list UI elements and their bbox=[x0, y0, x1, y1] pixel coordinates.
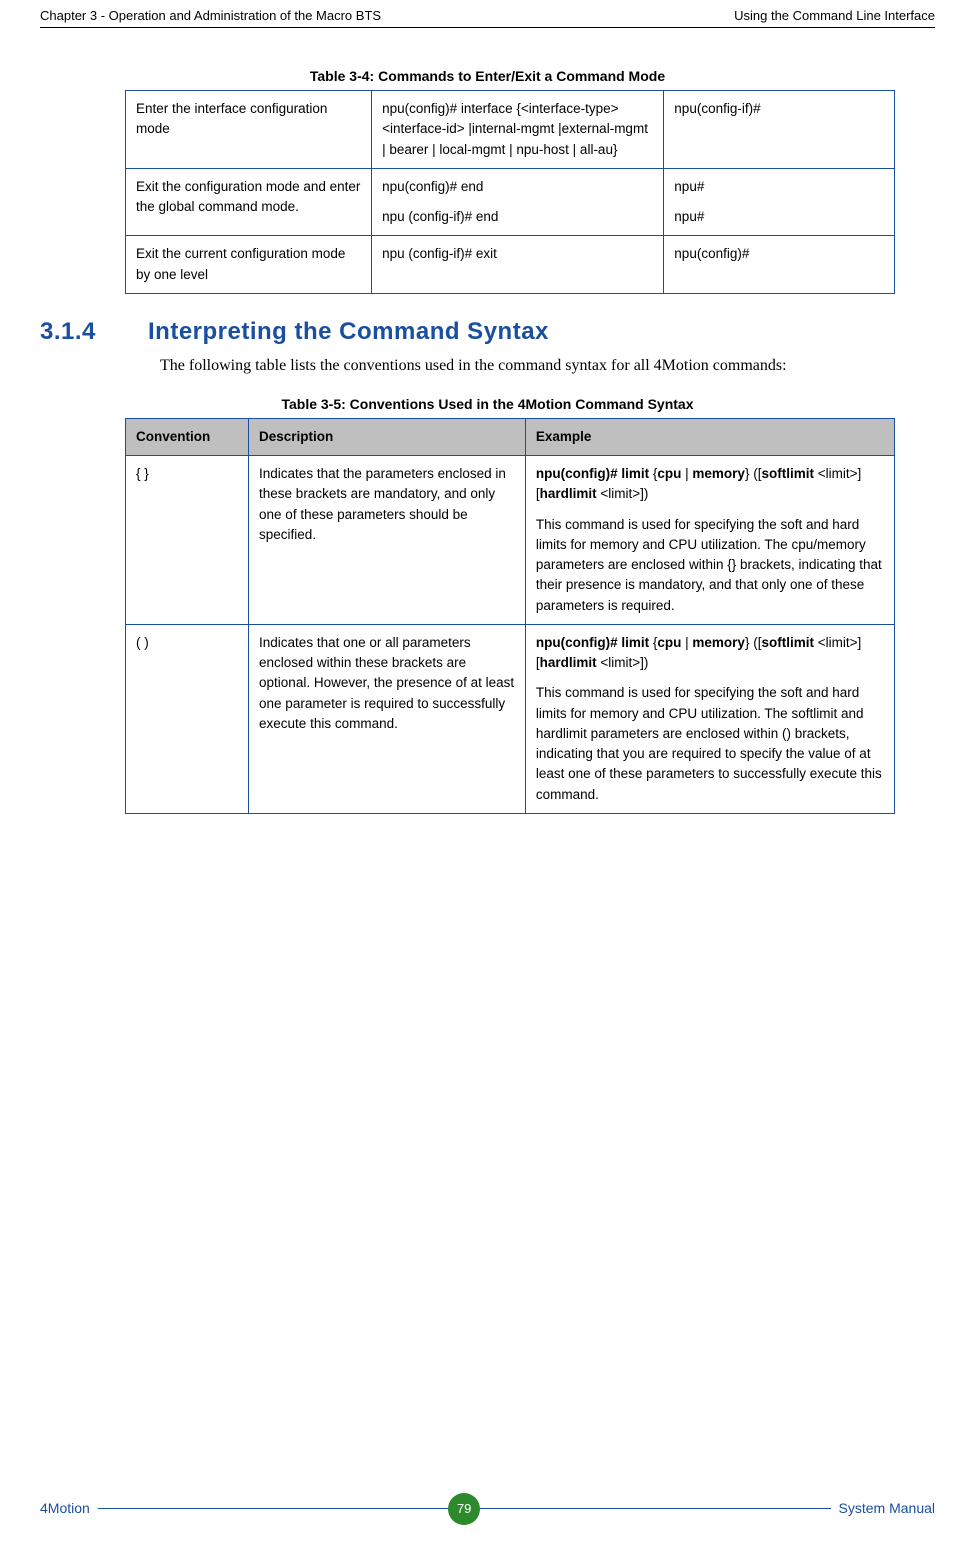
page-footer: 4Motion 79 System Manual bbox=[0, 1490, 975, 1536]
cmd: npu(config)# limit bbox=[536, 635, 653, 650]
prompt: npu# bbox=[674, 179, 704, 194]
t: hardlimit bbox=[540, 655, 597, 670]
footer-left: 4Motion bbox=[40, 1500, 90, 1516]
cell: Exit the configuration mode and enter th… bbox=[126, 168, 372, 236]
section-title: Interpreting the Command Syntax bbox=[148, 318, 549, 346]
col-description: Description bbox=[249, 418, 526, 455]
table-row: { } Indicates that the parameters enclos… bbox=[126, 456, 895, 625]
t: hardlimit bbox=[540, 486, 597, 501]
t: <limit>]) bbox=[597, 486, 649, 501]
table-row: Enter the interface configuration mode n… bbox=[126, 91, 895, 169]
section-number: 3.1.4 bbox=[40, 318, 120, 346]
t: <limit>]) bbox=[597, 655, 649, 670]
t: } bbox=[745, 466, 753, 481]
t: softlimit bbox=[761, 635, 814, 650]
footer-rule: 79 bbox=[98, 1508, 831, 1509]
example-body: This command is used for specifying the … bbox=[536, 517, 882, 613]
table-3-4-caption: Table 3-4: Commands to Enter/Exit a Comm… bbox=[40, 68, 935, 84]
section-heading: 3.1.4 Interpreting the Command Syntax bbox=[40, 318, 935, 346]
cell-description: Indicates that one or all parameters enc… bbox=[249, 624, 526, 813]
col-example: Example bbox=[525, 418, 894, 455]
cell-example: npu(config)# limit {cpu | memory} ([soft… bbox=[525, 624, 894, 813]
cell: npu(config)# end npu (config-if)# end bbox=[372, 168, 664, 236]
header-right: Using the Command Line Interface bbox=[734, 8, 935, 23]
cell: npu(config)# bbox=[664, 236, 895, 294]
t: | bbox=[681, 635, 692, 650]
t: memory bbox=[692, 466, 745, 481]
table-header-row: Convention Description Example bbox=[126, 418, 895, 455]
table-row: Exit the configuration mode and enter th… bbox=[126, 168, 895, 236]
cmd: npu(config)# limit bbox=[536, 466, 653, 481]
table-row: Exit the current configuration mode by o… bbox=[126, 236, 895, 294]
col-convention: Convention bbox=[126, 418, 249, 455]
page-header: Chapter 3 - Operation and Administration… bbox=[40, 0, 935, 28]
cell-example: npu(config)# limit {cpu | memory} ([soft… bbox=[525, 456, 894, 625]
cmd-line: npu(config)# end bbox=[382, 179, 483, 194]
cell-description: Indicates that the parameters enclosed i… bbox=[249, 456, 526, 625]
t: | bbox=[681, 466, 692, 481]
header-left: Chapter 3 - Operation and Administration… bbox=[40, 8, 381, 23]
cell: Exit the current configuration mode by o… bbox=[126, 236, 372, 294]
table-3-5-caption: Table 3-5: Conventions Used in the 4Moti… bbox=[40, 396, 935, 412]
table-row: ( ) Indicates that one or all parameters… bbox=[126, 624, 895, 813]
t: cpu bbox=[657, 466, 681, 481]
cell: Enter the interface configuration mode bbox=[126, 91, 372, 169]
cell-convention: { } bbox=[126, 456, 249, 625]
t: softlimit bbox=[761, 466, 814, 481]
footer-right: System Manual bbox=[839, 1500, 935, 1516]
cell: npu(config-if)# bbox=[664, 91, 895, 169]
section-body: The following table lists the convention… bbox=[160, 354, 930, 378]
cell: npu (config-if)# exit bbox=[372, 236, 664, 294]
t: } bbox=[745, 635, 753, 650]
cell: npu# npu# bbox=[664, 168, 895, 236]
example-body: This command is used for specifying the … bbox=[536, 685, 882, 801]
table-3-5: Convention Description Example { } Indic… bbox=[125, 418, 895, 814]
cmd-line: npu (config-if)# end bbox=[382, 209, 498, 224]
t: memory bbox=[692, 635, 745, 650]
prompt: npu# bbox=[674, 209, 704, 224]
cell-convention: ( ) bbox=[126, 624, 249, 813]
cell: npu(config)# interface {<interface-type>… bbox=[372, 91, 664, 169]
t: cpu bbox=[657, 635, 681, 650]
table-3-4: Enter the interface configuration mode n… bbox=[125, 90, 895, 294]
page-number-badge: 79 bbox=[448, 1493, 480, 1525]
